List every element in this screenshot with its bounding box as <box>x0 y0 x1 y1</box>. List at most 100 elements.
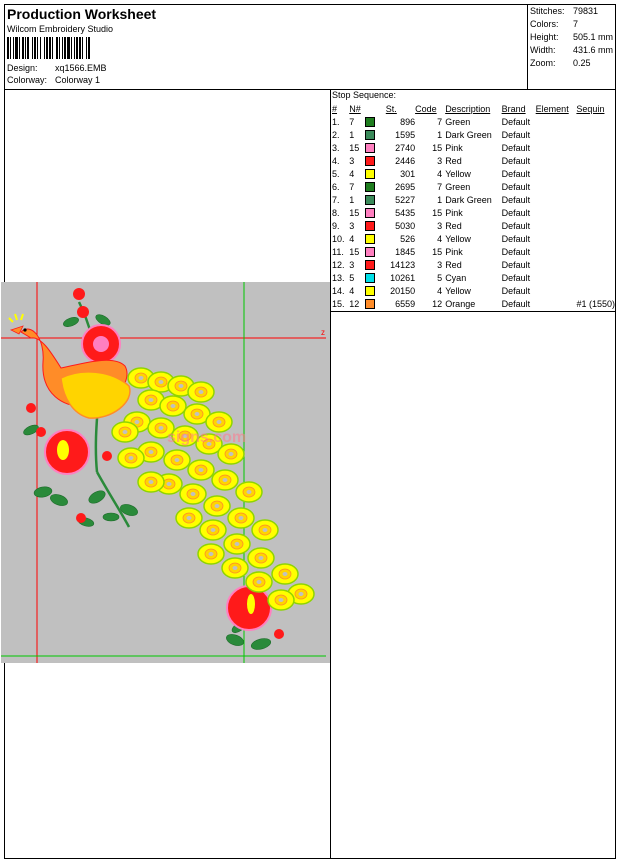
cell-sequin <box>576 271 615 284</box>
stat-label: Stitches: <box>530 6 565 16</box>
color-swatch <box>365 142 376 153</box>
colorway-value: Colorway 1 <box>55 75 101 85</box>
cell-sequin <box>576 193 615 206</box>
cell-description: Red <box>445 259 462 270</box>
col-header-swatch <box>365 102 385 115</box>
cell-stitches: 2740 <box>395 142 416 153</box>
cell-element <box>536 284 577 297</box>
watermark: signs.com <box>167 429 246 446</box>
cell-description: Yellow <box>445 285 471 296</box>
cell-element <box>536 258 577 271</box>
stop-sequence-rows: 1. 7 896 7 Green Default 2. 1 1595 1 Dark Green Def… <box>332 115 615 310</box>
cell-description: Pink <box>445 207 463 218</box>
tail-feather <box>159 395 187 417</box>
cell-swatch <box>365 271 385 284</box>
stat-label: Colors: <box>530 19 559 29</box>
cell-brand: Default <box>501 194 531 205</box>
cell-number: 8. <box>332 207 340 218</box>
color-swatch <box>365 129 376 140</box>
cell-number: 7. <box>332 194 340 205</box>
cell-element <box>536 297 577 310</box>
cell-needle: 1 <box>349 194 355 205</box>
tail-feather <box>137 471 165 493</box>
stat-stitches: Stitches: 79831 <box>530 5 615 18</box>
cell-element <box>536 154 577 167</box>
cell-code: 4 <box>437 233 443 244</box>
color-swatch <box>365 298 376 309</box>
cell-stitches: 14123 <box>390 259 416 270</box>
stop-sequence-pane: Stop Sequence: # N# St. Code Description… <box>331 89 615 858</box>
tail-feather <box>247 547 275 569</box>
cell-brand: Default <box>501 142 531 153</box>
cell-element <box>536 167 577 180</box>
cell-description: Dark Green <box>445 129 492 140</box>
tail-feather <box>251 519 279 541</box>
table-row: 7. 1 5227 1 Dark Green Default <box>332 193 615 206</box>
cell-brand: Default <box>501 168 531 179</box>
stat-zoom: Zoom: 0.25 <box>530 57 615 70</box>
cell-number: 11. <box>332 246 344 257</box>
stat-value: 505.1 mm <box>573 32 614 42</box>
cell-brand: Default <box>501 285 531 296</box>
cell-brand: Default <box>501 298 531 309</box>
worksheet-body: z signs.com Stop Sequence: # N# St. Code… <box>1 89 615 858</box>
cell-brand: Default <box>501 181 531 192</box>
stat-colors: Colors: 7 <box>530 18 615 31</box>
cell-stitches: 1595 <box>395 129 416 140</box>
cell-swatch <box>365 193 385 206</box>
cell-needle: 3 <box>349 220 355 231</box>
roses <box>26 288 284 639</box>
cell-number: 13. <box>332 272 345 283</box>
stat-value: 431.6 mm <box>573 45 614 55</box>
cell-sequin <box>576 180 615 193</box>
cell-number: 14. <box>332 285 345 296</box>
col-header-element: Element <box>535 103 569 114</box>
color-swatch <box>365 220 376 231</box>
design-value: xq1566.EMB <box>55 63 107 73</box>
cell-needle: 3 <box>349 259 355 270</box>
table-row: 15. 12 6559 12 Orange Default #1 (1550) <box>332 297 615 310</box>
cell-stitches: 301 <box>400 168 416 179</box>
cell-brand: Default <box>501 129 531 140</box>
cell-sequin <box>576 167 615 180</box>
cell-swatch <box>365 180 385 193</box>
cell-brand: Default <box>501 272 531 283</box>
cell-description: Red <box>445 155 462 166</box>
cell-sequin <box>576 219 615 232</box>
cell-element <box>536 193 577 206</box>
cell-sequin <box>576 258 615 271</box>
worksheet-sheet: Production Worksheet Wilcom Embroidery S… <box>1 4 616 859</box>
tail-feather <box>179 483 207 505</box>
cell-swatch <box>365 284 385 297</box>
cell-swatch <box>365 115 385 128</box>
tail-feather <box>187 381 215 403</box>
cell-number: 1. <box>332 116 340 127</box>
col-header-brand: Brand <box>501 103 526 114</box>
stat-value: 0.25 <box>573 58 591 68</box>
cell-swatch <box>365 297 385 310</box>
tail-feather <box>163 449 191 471</box>
tail-feather <box>175 507 203 529</box>
design-stats: Stitches: 79831 Colors: 7 Height: 505.1 … <box>527 5 615 89</box>
cell-brand: Default <box>501 220 531 231</box>
table-row: 10. 4 526 4 Yellow Default <box>332 232 615 245</box>
cell-code: 4 <box>437 168 443 179</box>
cell-code: 1 <box>437 194 443 205</box>
design-label: Design: <box>7 63 38 73</box>
cell-stitches: 2695 <box>395 181 416 192</box>
cell-code: 3 <box>437 220 443 231</box>
cell-element <box>536 271 577 284</box>
cell-description: Green <box>445 181 471 192</box>
tail-feather <box>227 507 255 529</box>
table-row: 2. 1 1595 1 Dark Green Default <box>332 128 615 141</box>
cell-sequin <box>576 115 615 128</box>
col-header-code: Code <box>415 103 437 114</box>
cell-code: 7 <box>437 116 443 127</box>
tail-feather <box>235 481 263 503</box>
cell-sequin <box>576 154 615 167</box>
cell-number: 10. <box>332 233 345 244</box>
cell-stitches: 526 <box>400 233 416 244</box>
cell-needle: 4 <box>349 233 355 244</box>
cell-stitches: 896 <box>400 116 416 127</box>
cell-needle: 5 <box>349 272 355 283</box>
